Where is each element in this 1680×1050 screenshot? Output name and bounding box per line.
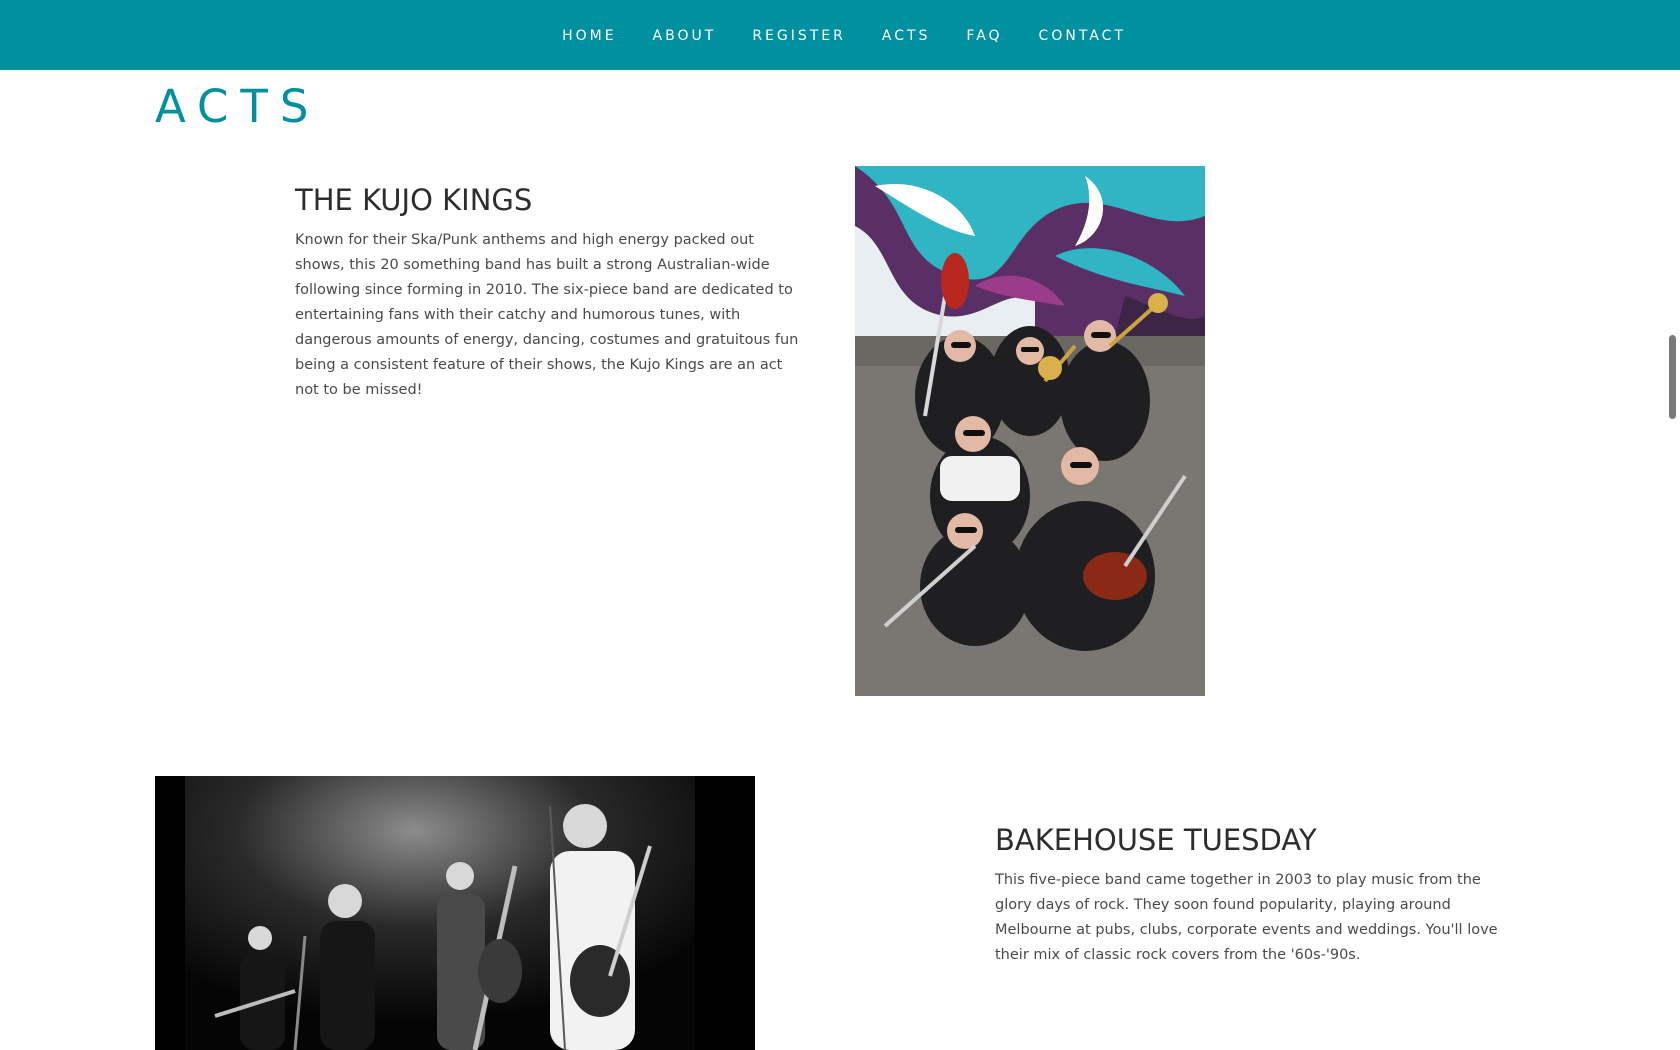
- nav-item-contact[interactable]: CONTACT: [1039, 28, 1126, 44]
- nav-item-home[interactable]: HOME: [562, 28, 616, 44]
- act-description: This five-piece band came together in 20…: [995, 872, 1498, 964]
- act-bakehouse-tuesday-text: BAKEHOUSE TUESDAY This five-piece band c…: [995, 822, 1505, 968]
- scrollbar-thumb[interactable]: [1669, 335, 1676, 419]
- nav-item-about[interactable]: ABOUT: [653, 28, 717, 44]
- nav-item-register[interactable]: REGISTER: [752, 28, 846, 44]
- act-name: THE KUJO KINGS: [295, 183, 533, 217]
- nav-menu: HOME ABOUT REGISTER ACTS FAQ CONTACT: [554, 25, 1126, 44]
- act-name: BAKEHOUSE TUESDAY: [995, 823, 1317, 857]
- kujo-kings-band-photo: [855, 166, 1205, 696]
- nav-item-faq[interactable]: FAQ: [966, 28, 1002, 44]
- top-navigation: HOME ABOUT REGISTER ACTS FAQ CONTACT: [0, 0, 1680, 70]
- nav-item-acts[interactable]: ACTS: [882, 28, 931, 44]
- act-description: Known for their Ska/Punk anthems and hig…: [295, 232, 799, 399]
- bakehouse-tuesday-band-photo: [155, 776, 755, 1050]
- act-kujo-kings-text: THE KUJO KINGS Known for their Ska/Punk …: [295, 182, 805, 403]
- page-title: ACTS: [155, 80, 321, 133]
